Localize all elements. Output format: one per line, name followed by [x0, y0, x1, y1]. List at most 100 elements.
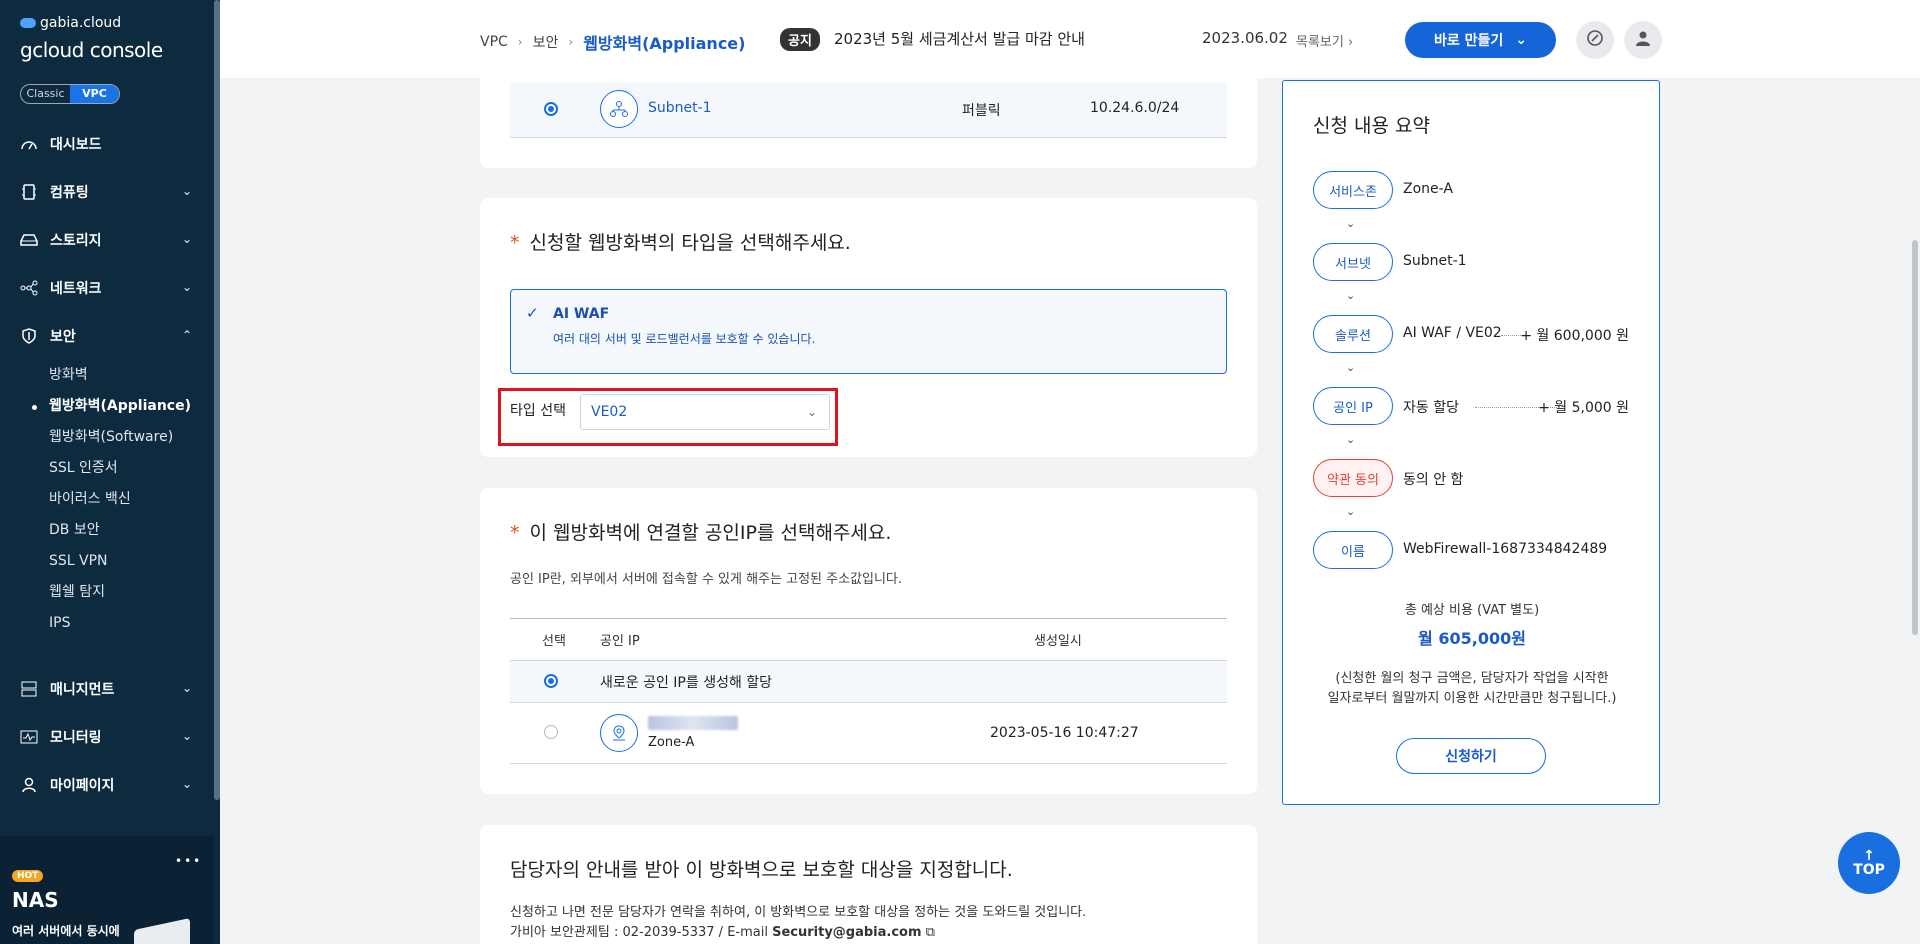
promo-title: NAS: [12, 888, 59, 912]
scroll-top-button[interactable]: ↑ TOP: [1838, 832, 1900, 894]
sidebar-item-monitoring[interactable]: 모니터링 ⌄: [0, 713, 214, 761]
chevron-down-icon: ⌄: [1346, 289, 1356, 302]
type-select-label: 타입 선택: [510, 403, 566, 419]
type-select-dropdown[interactable]: VE02 ⌄: [580, 394, 830, 430]
chevron-down-icon: ⌄: [1515, 32, 1527, 48]
waf-type-title-text: 신청할 웹방화벽의 타입을 선택해주세요.: [529, 232, 851, 254]
col-public-ip: 공인 IP: [600, 634, 640, 649]
user-icon: [1635, 30, 1651, 50]
subnet-name: Subnet-1: [648, 100, 712, 116]
chevron-down-icon: ⌄: [181, 184, 192, 198]
table-row[interactable]: Subnet-1 퍼블릭 10.24.6.0/24: [510, 82, 1227, 138]
notice-list-link[interactable]: 목록보기 ›: [1296, 31, 1353, 50]
toggle-vpc[interactable]: VPC: [70, 85, 119, 103]
new-ip-radio[interactable]: [544, 674, 558, 688]
table-row[interactable]: 새로운 공인 IP를 생성해 할당: [510, 661, 1227, 703]
notice-title[interactable]: 2023년 5월 세금계산서 발급 마감 안내: [834, 28, 1085, 49]
sidebar-subitem-db-security[interactable]: DB 보안: [49, 515, 214, 546]
security-email[interactable]: Security@gabia.com: [772, 925, 921, 940]
sidebar-scrollbar[interactable]: [214, 0, 220, 800]
public-ip-title-text: 이 웹방화벽에 연결할 공인IP를 선택해주세요.: [529, 522, 892, 544]
col-select: 선택: [542, 634, 566, 649]
summary-pill-solution[interactable]: 솔루션: [1313, 315, 1393, 353]
sidebar-item-network[interactable]: 네트워크 ⌄: [0, 264, 214, 312]
target-title: 담당자의 안내를 받아 이 방화벽으로 보호할 대상을 지정합니다.: [510, 859, 1013, 881]
existing-ip-radio[interactable]: [544, 725, 558, 739]
chevron-down-icon: ⌄: [181, 232, 192, 246]
target-desc: 신청하고 나면 전문 담당자가 연락을 취하여, 이 방화벽으로 보호할 대상을…: [510, 903, 1086, 943]
ip-created-date: 2023-05-16 10:47:27: [990, 725, 1139, 741]
sidebar-subitem-waf-appliance[interactable]: 웹방화벽(Appliance): [32, 391, 214, 422]
sidebar-subitem-webshell[interactable]: 웹쉘 탐지: [49, 577, 214, 608]
brand-small[interactable]: gabia.cloud: [20, 15, 121, 31]
security-submenu: 방화벽 웹방화벽(Appliance) 웹방화벽(Software) SSL 인…: [0, 360, 214, 639]
chevron-right-icon: ›: [1347, 35, 1354, 50]
copy-icon[interactable]: ⧉: [926, 925, 935, 940]
table-row[interactable]: Zone-A 2023-05-16 10:47:27: [510, 703, 1227, 764]
dashboard-icon: [20, 135, 38, 153]
summary-pill-terms[interactable]: 약관 동의: [1313, 459, 1393, 497]
breadcrumb-security[interactable]: 보안: [533, 32, 559, 52]
feedback-button[interactable]: [1576, 21, 1614, 59]
promo-desc: 여러 서버에서 동시에: [12, 924, 120, 938]
subnet-card: Subnet-1 퍼블릭 10.24.6.0/24: [480, 60, 1257, 168]
sidebar-item-computing[interactable]: 컴퓨팅 ⌄: [0, 168, 214, 216]
waf-type-title: * 신청할 웹방화벽의 타입을 선택해주세요.: [510, 228, 851, 255]
cloud-logo-icon: [20, 18, 36, 28]
billing-note-line2: 일자로부터 월말까지 이용한 시간만큼만 청구됩니다.): [1327, 691, 1617, 706]
sidebar-item-label: 컴퓨팅: [50, 185, 89, 201]
page-scrollbar[interactable]: [1912, 240, 1918, 635]
sidebar-item-label: 대시보드: [50, 137, 102, 153]
summary-pill-name[interactable]: 이름: [1313, 531, 1393, 569]
summary-value-name: WebFirewall-1687334842489: [1403, 541, 1608, 557]
sidebar-subitem-antivirus[interactable]: 바이러스 백신: [49, 484, 214, 515]
sidebar-item-label: 모니터링: [50, 730, 102, 746]
table-header: 선택 공인 IP 생성일시: [510, 618, 1227, 661]
quick-create-button[interactable]: 바로 만들기 ⌄: [1405, 22, 1556, 58]
brand-title[interactable]: gcloud console: [20, 38, 163, 62]
summary-pill-zone[interactable]: 서비스존: [1313, 171, 1393, 209]
subnet-radio[interactable]: [544, 102, 558, 116]
chevron-down-icon: ⌄: [181, 777, 192, 791]
new-ip-label: 새로운 공인 IP를 생성해 할당: [600, 674, 773, 691]
sidebar-item-storage[interactable]: 스토리지 ⌄: [0, 216, 214, 264]
sidebar-item-label: 네트워크: [50, 281, 102, 297]
summary-pill-public-ip[interactable]: 공인 IP: [1313, 387, 1393, 425]
brand-small-text: gabia.cloud: [40, 15, 122, 31]
sidebar-subitem-waf-software[interactable]: 웹방화벽(Software): [49, 422, 214, 453]
summary-value-public-ip: 자동 할당: [1403, 400, 1459, 416]
breadcrumb-vpc[interactable]: VPC: [480, 34, 508, 50]
total-cost-value: 월 605,000원: [1418, 629, 1526, 648]
summary-title: 신청 내용 요약: [1313, 115, 1430, 137]
sidebar-item-label: 스토리지: [50, 233, 102, 249]
sidebar-item-security[interactable]: 보안 ⌃: [0, 312, 214, 360]
promo-pagination[interactable]: •••: [175, 854, 202, 868]
waf-option-ai-waf[interactable]: ✓ AI WAF 여러 대의 서버 및 로드밸런서를 보호할 수 있습니다.: [510, 289, 1227, 374]
breadcrumb: VPC › 보안 › 웹방화벽(Appliance): [480, 30, 745, 54]
sidebar-subitem-ssl-cert[interactable]: SSL 인증서: [49, 453, 214, 484]
check-icon: ✓: [526, 304, 539, 322]
sidebar-item-mypage[interactable]: 마이페이지 ⌄: [0, 761, 214, 809]
waf-type-card: * 신청할 웹방화벽의 타입을 선택해주세요. ✓ AI WAF 여러 대의 서버…: [480, 198, 1257, 457]
waf-option-title: AI WAF: [553, 306, 610, 322]
chat-icon: [1586, 29, 1604, 51]
sidebar-item-label: 마이페이지: [50, 778, 115, 794]
chevron-down-icon: ⌄: [1346, 361, 1356, 374]
required-mark: *: [510, 522, 520, 544]
sidebar-subitem-ssl-vpn[interactable]: SSL VPN: [49, 546, 214, 577]
sidebar-item-label: 보안: [50, 329, 76, 345]
sidebar-item-dashboard[interactable]: 대시보드: [0, 120, 214, 168]
sidebar-subitem-ips[interactable]: IPS: [49, 608, 214, 639]
toggle-classic[interactable]: Classic: [21, 85, 70, 103]
target-desc-line2: 가비아 보안관제팀 : 02-2039-5337 / E-mail Securi…: [510, 923, 1086, 943]
target-contact: 가비아 보안관제팀 : 02-2039-5337 / E-mail: [510, 925, 773, 940]
summary-pill-subnet[interactable]: 서브넷: [1313, 243, 1393, 281]
console-mode-toggle[interactable]: Classic VPC: [20, 84, 120, 104]
sidebar-item-management[interactable]: 매니지먼트 ⌄: [0, 665, 214, 713]
required-mark: *: [510, 232, 520, 254]
type-select-value: VE02: [591, 404, 628, 420]
summary-value-terms: 동의 안 함: [1403, 472, 1464, 488]
profile-button[interactable]: [1624, 21, 1662, 59]
apply-button[interactable]: 신청하기: [1396, 738, 1546, 774]
sidebar-subitem-firewall[interactable]: 방화벽: [49, 360, 214, 391]
